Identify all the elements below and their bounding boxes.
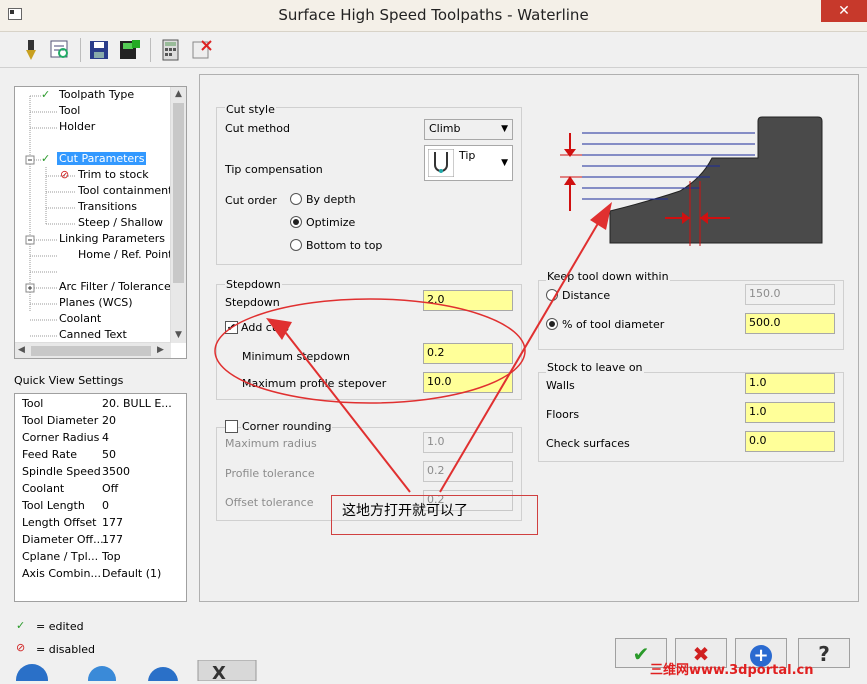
annotation-text: 这地方打开就可以了 — [342, 503, 468, 519]
annotation-overlay — [214, 202, 612, 493]
taskbar-app-icons[interactable] — [0, 660, 300, 681]
watermark: 三维网www.3dportal.cn — [650, 663, 814, 678]
